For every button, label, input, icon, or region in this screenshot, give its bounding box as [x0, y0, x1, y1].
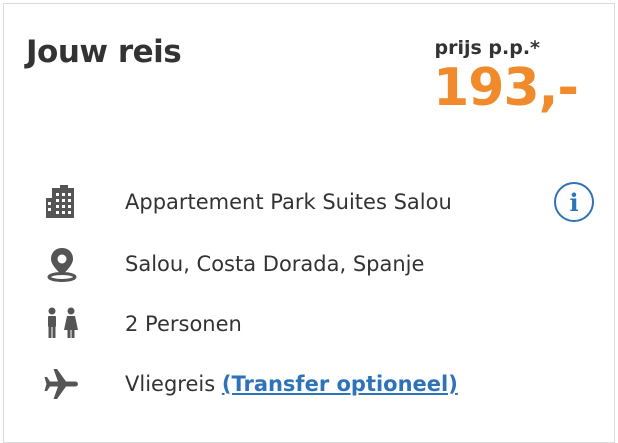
detail-row-persons: 2 Personen — [4, 302, 614, 346]
detail-row-location: Salou, Costa Dorada, Spanje — [4, 242, 614, 286]
persons-icon — [42, 304, 82, 344]
travel-type-label: Vliegreis (Transfer optioneel) — [125, 372, 458, 396]
detail-row-travel: Vliegreis (Transfer optioneel) — [4, 362, 614, 406]
trip-summary-card: Jouw reis prijs p.p.* 193,- Appartement … — [3, 3, 615, 443]
detail-row-accommodation: Appartement Park Suites Salou — [4, 180, 614, 224]
price-value: 193,- — [433, 58, 579, 118]
accommodation-label: Appartement Park Suites Salou — [125, 190, 452, 214]
price-label: prijs p.p.* — [434, 37, 541, 59]
building-icon — [42, 182, 82, 222]
page-title: Jouw reis — [26, 34, 182, 70]
info-icon[interactable]: i — [554, 182, 594, 222]
airplane-icon — [42, 364, 82, 404]
persons-label: 2 Personen — [125, 312, 242, 336]
location-label: Salou, Costa Dorada, Spanje — [125, 252, 425, 276]
transfer-optional-link[interactable]: (Transfer optioneel) — [222, 372, 458, 396]
travel-type-text: Vliegreis — [125, 372, 216, 396]
location-pin-icon — [42, 244, 82, 284]
